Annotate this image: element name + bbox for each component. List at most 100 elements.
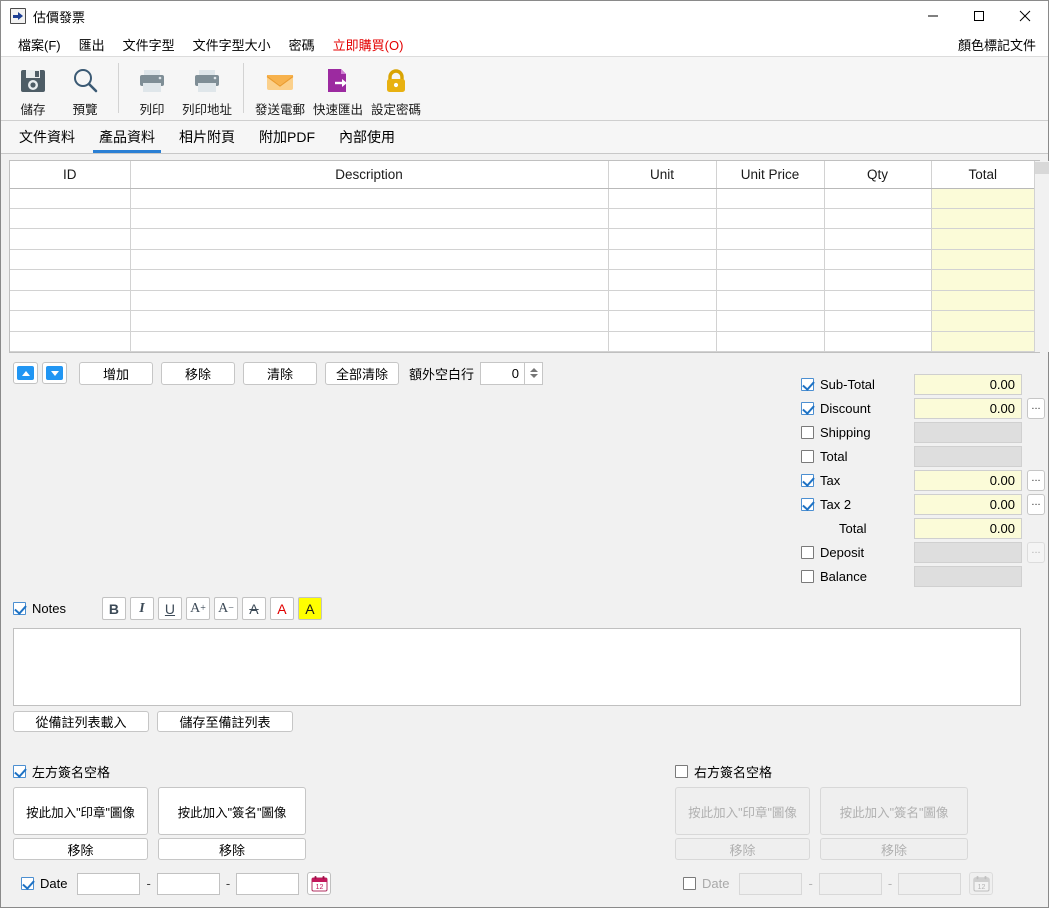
cell-id[interactable]	[10, 331, 131, 353]
left-remove-signature-button[interactable]: 移除	[158, 838, 306, 860]
cell-id[interactable]	[10, 228, 131, 250]
table-row[interactable]	[10, 188, 1034, 209]
cell-qty[interactable]	[824, 290, 932, 312]
cell-description[interactable]	[130, 208, 609, 230]
cell-unit[interactable]	[608, 331, 717, 353]
font-color-button[interactable]: A	[269, 597, 294, 620]
move-row-down-button[interactable]	[42, 362, 67, 384]
cell-qty[interactable]	[824, 208, 932, 230]
cell-unit-price[interactable]	[716, 249, 825, 271]
cell-unit[interactable]	[608, 269, 717, 291]
left-signature-checkbox[interactable]	[13, 765, 26, 778]
tax-checkbox[interactable]	[801, 473, 814, 487]
cell-unit[interactable]	[608, 310, 717, 332]
cell-qty[interactable]	[824, 188, 932, 209]
remove-row-button[interactable]: 移除	[161, 361, 235, 385]
table-row[interactable]	[10, 269, 1034, 291]
sub-total-value[interactable]: 0.00	[914, 373, 1022, 395]
left-date-part1[interactable]	[77, 872, 141, 895]
tax2-value[interactable]: 0.00	[914, 493, 1022, 515]
toolbar-preview-button[interactable]: 預覽	[59, 61, 111, 118]
left-calendar-button[interactable]: 12	[307, 872, 332, 895]
strikethrough-button[interactable]: A	[241, 597, 266, 620]
grid-vertical-scrollbar[interactable]	[1034, 161, 1049, 352]
cell-description[interactable]	[130, 228, 609, 250]
load-from-notes-list-button[interactable]: 從備註列表載入	[13, 711, 149, 732]
left-date-checkbox[interactable]	[21, 877, 34, 890]
cell-qty[interactable]	[824, 331, 932, 353]
tab-internal-use[interactable]: 內部使用	[327, 121, 407, 153]
cell-unit-price[interactable]	[716, 269, 825, 291]
cell-id[interactable]	[10, 249, 131, 271]
toolbar-print-address-button[interactable]: 列印地址	[178, 61, 236, 118]
extra-blank-rows-input[interactable]	[480, 361, 525, 385]
tab-product-data[interactable]: 產品資料	[87, 121, 167, 153]
clear-row-button[interactable]: 清除	[243, 361, 317, 385]
cell-description[interactable]	[130, 249, 609, 271]
cell-qty[interactable]	[824, 269, 932, 291]
cell-id[interactable]	[10, 188, 131, 209]
column-header-qty[interactable]: Qty	[824, 161, 932, 189]
left-add-signature-button[interactable]: 按此加入"簽名"圖像	[158, 787, 306, 835]
cell-description[interactable]	[130, 188, 609, 209]
tax-options-button[interactable]: ...	[1027, 469, 1045, 491]
italic-button[interactable]: I	[129, 597, 154, 620]
cell-unit-price[interactable]	[716, 188, 825, 209]
cell-qty[interactable]	[824, 310, 932, 332]
left-remove-stamp-button[interactable]: 移除	[13, 838, 148, 860]
cell-unit-price[interactable]	[716, 208, 825, 230]
cell-unit[interactable]	[608, 188, 717, 209]
cell-qty[interactable]	[824, 228, 932, 250]
cell-unit[interactable]	[608, 249, 717, 271]
discount-checkbox[interactable]	[801, 401, 814, 415]
cell-id[interactable]	[10, 208, 131, 230]
notes-checkbox[interactable]	[13, 602, 26, 615]
left-add-stamp-button[interactable]: 按此加入"印章"圖像	[13, 787, 148, 835]
tab-document-data[interactable]: 文件資料	[7, 121, 87, 153]
cell-unit-price[interactable]	[716, 228, 825, 250]
stepper-buttons[interactable]	[524, 361, 544, 385]
total-mid-checkbox[interactable]	[801, 449, 814, 463]
underline-button[interactable]: U	[157, 597, 182, 620]
color-mark-document-label[interactable]: 顏色標記文件	[949, 32, 1048, 57]
sub-total-checkbox[interactable]	[801, 377, 814, 391]
cell-qty[interactable]	[824, 249, 932, 271]
discount-value[interactable]: 0.00	[914, 397, 1022, 419]
column-header-description[interactable]: Description	[130, 161, 609, 189]
right-date-checkbox[interactable]	[683, 877, 696, 890]
minimize-button[interactable]	[910, 1, 956, 32]
menu-document-font[interactable]: 文件字型	[114, 32, 184, 57]
right-signature-checkbox[interactable]	[675, 765, 688, 778]
table-row[interactable]	[10, 208, 1034, 230]
cell-description[interactable]	[130, 331, 609, 353]
shipping-checkbox[interactable]	[801, 425, 814, 439]
decrease-font-size-button[interactable]: A −	[213, 597, 238, 620]
add-row-button[interactable]: 增加	[79, 361, 153, 385]
cell-id[interactable]	[10, 290, 131, 312]
menu-document-font-size[interactable]: 文件字型大小	[184, 32, 280, 57]
notes-textarea[interactable]	[13, 628, 1021, 706]
menu-buy-now[interactable]: 立即購買(O)	[324, 32, 413, 57]
move-row-up-button[interactable]	[13, 362, 38, 384]
tax2-checkbox[interactable]	[801, 497, 814, 511]
bold-button[interactable]: B	[101, 597, 126, 620]
tab-photo-attachment[interactable]: 相片附頁	[167, 121, 247, 153]
tax-value[interactable]: 0.00	[914, 469, 1022, 491]
cell-id[interactable]	[10, 310, 131, 332]
increase-font-size-button[interactable]: A +	[185, 597, 210, 620]
maximize-button[interactable]	[956, 1, 1002, 32]
toolbar-send-email-button[interactable]: 發送電郵	[251, 61, 309, 118]
toolbar-save-button[interactable]: 儲存	[7, 61, 59, 118]
table-row[interactable]	[10, 228, 1034, 250]
extra-blank-rows-stepper[interactable]	[480, 361, 544, 385]
save-to-notes-list-button[interactable]: 儲存至備註列表	[157, 711, 293, 732]
column-header-unit-price[interactable]: Unit Price	[716, 161, 825, 189]
table-row[interactable]	[10, 290, 1034, 312]
cell-unit[interactable]	[608, 290, 717, 312]
cell-unit-price[interactable]	[716, 290, 825, 312]
cell-description[interactable]	[130, 290, 609, 312]
stepper-down-icon[interactable]	[529, 374, 538, 378]
deposit-checkbox[interactable]	[801, 545, 814, 559]
table-row[interactable]	[10, 331, 1034, 353]
toolbar-print-button[interactable]: 列印	[126, 61, 178, 118]
